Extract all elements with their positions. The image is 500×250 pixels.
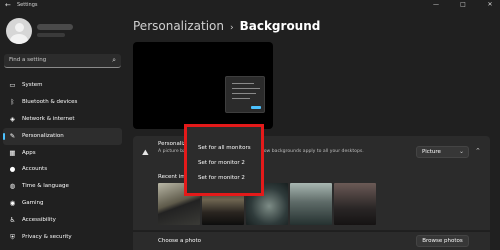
bluetooth-icon: ᛒ — [10, 97, 15, 106]
sidebar-item-accounts[interactable]: ● Accounts — [3, 161, 122, 178]
back-arrow-icon[interactable]: ← — [5, 1, 11, 9]
page-title: Background — [239, 19, 321, 33]
sidebar-item-label: Privacy & security — [22, 234, 72, 241]
sidebar: Find a setting ⌕ ▭ System ᛒ Bluetooth & dev… — [0, 11, 125, 250]
minimize-button[interactable]: — — [428, 0, 444, 10]
sidebar-item-label: Personalization — [22, 132, 64, 139]
person-icon: ● — [9, 165, 16, 174]
breadcrumb-parent[interactable]: Personalization — [133, 19, 224, 33]
choose-photo-label: Choose a photo — [158, 238, 202, 244]
close-button[interactable]: ✕ — [482, 0, 498, 10]
background-type-dropdown[interactable]: Picture ⌄ — [416, 146, 469, 158]
shield-icon: ⛨ — [10, 233, 15, 242]
sidebar-item-label: Network & internet — [22, 115, 75, 122]
sidebar-item-label: Accessibility — [22, 217, 56, 224]
avatar-shoulders — [10, 34, 28, 44]
account-email-redacted — [37, 33, 65, 37]
sidebar-item-label: Gaming — [22, 200, 44, 207]
sidebar-item-label: System — [22, 82, 43, 88]
context-menu: Set for all monitors Set for monitor 2 S… — [184, 124, 264, 196]
sidebar-item-label: Bluetooth & devices — [22, 98, 78, 105]
wifi-icon: ◈ — [10, 114, 15, 123]
choose-photo-row: Choose a photo Browse photos — [133, 231, 490, 250]
sidebar-item-apps[interactable]: ▦ Apps — [3, 145, 122, 162]
menu-item-set-all-monitors[interactable]: Set for all monitors — [198, 145, 251, 151]
sidebar-item-personalization[interactable]: ✎ Personalization — [3, 127, 122, 145]
recent-image-thumbnail[interactable] — [334, 183, 376, 225]
sidebar-item-time-language[interactable]: ◍ Time & language — [3, 178, 122, 195]
breadcrumb: Personalization › Background — [133, 19, 320, 33]
sidebar-item-network-internet[interactable]: ◈ Network & internet — [3, 111, 122, 128]
sidebar-item-bluetooth-devices[interactable]: ᛒ Bluetooth & devices — [3, 94, 122, 111]
dropdown-value: Picture — [422, 149, 441, 155]
accessibility-icon: ♿ — [9, 216, 16, 225]
globe-icon: ◍ — [9, 182, 16, 191]
account-name-redacted — [37, 24, 73, 30]
recent-image-thumbnail[interactable] — [290, 183, 332, 225]
preview-window — [225, 76, 265, 113]
selection-indicator — [3, 132, 5, 140]
browse-photos-button[interactable]: Browse photos — [416, 235, 469, 247]
avatar[interactable] — [6, 18, 32, 44]
picture-icon: ⛰ — [142, 148, 149, 157]
sidebar-item-label: Accounts — [22, 166, 48, 173]
chevron-up-icon[interactable]: ⌃ — [475, 147, 481, 155]
apps-icon: ▦ — [9, 148, 16, 157]
preview-button — [251, 106, 261, 109]
sidebar-item-accessibility[interactable]: ♿ Accessibility — [3, 212, 122, 229]
sidebar-nav: ▭ System ᛒ Bluetooth & devices ◈ Network & in… — [3, 77, 122, 246]
sidebar-item-label: Apps — [22, 149, 36, 156]
search-input[interactable]: Find a setting — [9, 57, 46, 63]
maximize-button[interactable]: □ — [455, 0, 471, 10]
sidebar-item-gaming[interactable]: ◉ Gaming — [3, 195, 122, 212]
preview-line — [232, 88, 260, 89]
preview-line — [232, 93, 256, 94]
brush-icon: ✎ — [9, 131, 16, 140]
menu-item-set-monitor[interactable]: Set for monitor 2 — [198, 175, 245, 181]
search-icon[interactable]: ⌕ — [112, 56, 116, 65]
chevron-right-icon: › — [229, 23, 234, 33]
preview-line — [232, 98, 250, 99]
sidebar-item-system[interactable]: ▭ System — [3, 77, 122, 94]
system-icon: ▭ — [9, 81, 16, 89]
window-title: Settings — [17, 2, 38, 8]
sidebar-item-privacy-security[interactable]: ⛨ Privacy & security — [3, 229, 122, 246]
search-box[interactable]: Find a setting ⌕ — [4, 54, 121, 68]
sidebar-item-label: Time & language — [22, 183, 69, 190]
gaming-icon: ◉ — [9, 199, 16, 208]
chevron-down-icon: ⌄ — [458, 148, 464, 155]
preview-line — [232, 83, 254, 84]
menu-item-set-monitor[interactable]: Set for monitor 2 — [198, 160, 245, 166]
avatar-head — [15, 23, 24, 32]
title-bar: ← Settings — □ ✕ — [0, 0, 500, 11]
desktop-preview — [133, 42, 273, 129]
